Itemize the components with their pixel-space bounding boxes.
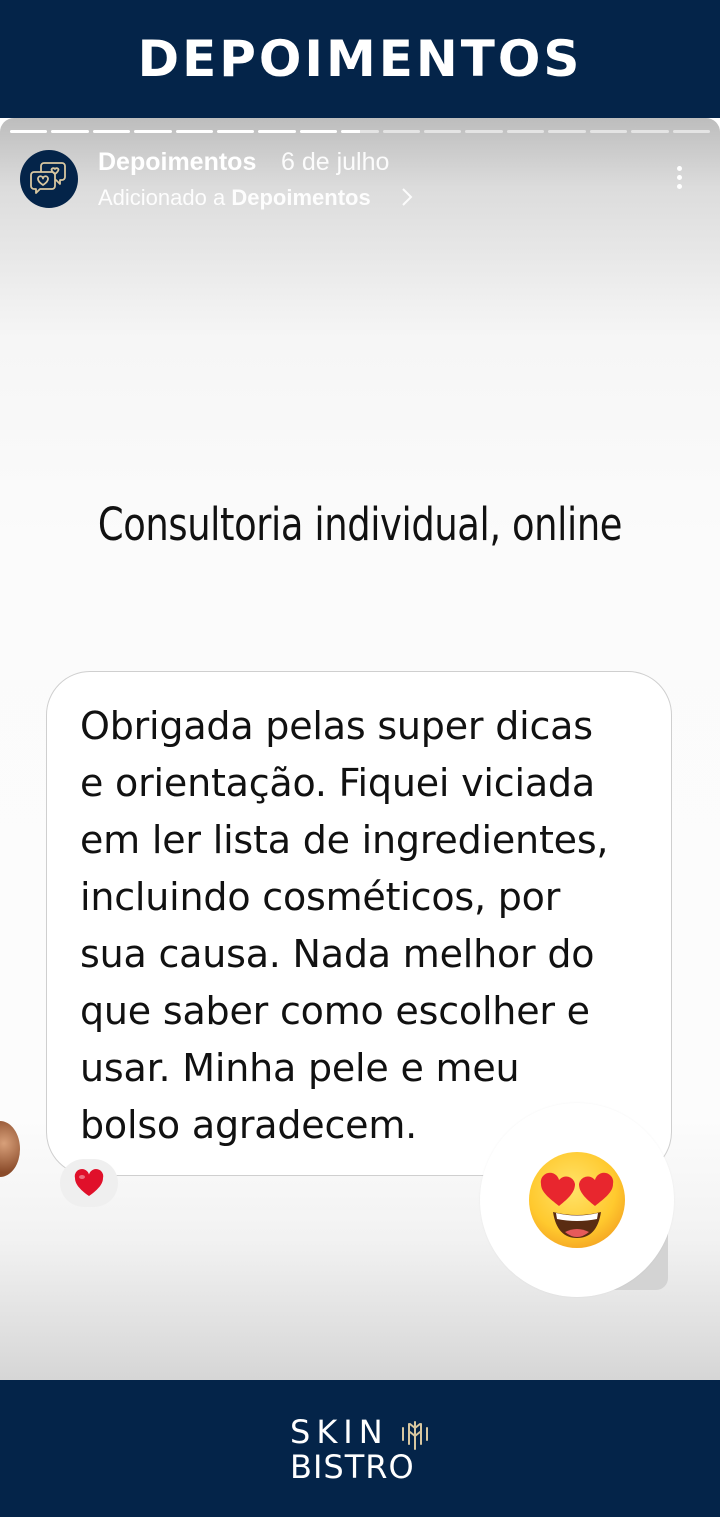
menu-dot: [676, 165, 682, 171]
progress-segment: [341, 130, 379, 133]
story-account-name[interactable]: Depoimentos: [98, 148, 256, 177]
story-added-to-highlight[interactable]: Adicionado a Depoimentos: [98, 185, 371, 211]
progress-segment: [548, 130, 586, 133]
menu-dot: [676, 183, 682, 189]
progress-segment: [175, 130, 214, 133]
story-progress-bar: [10, 130, 710, 134]
progress-segment: [217, 130, 255, 133]
logo-line-2: BISTRO: [290, 1448, 415, 1486]
sender-avatar: [0, 1121, 20, 1177]
emoji-sticker: [480, 1103, 674, 1297]
added-prefix: Adicionado a: [98, 185, 226, 210]
progress-segment: [10, 130, 48, 133]
progress-segment: [92, 130, 131, 133]
story-date: 6 de julho: [281, 148, 390, 176]
heart-icon: [74, 1169, 104, 1196]
chat-hearts-icon: [30, 162, 66, 194]
progress-segment: [465, 130, 503, 133]
message-reaction[interactable]: [60, 1159, 118, 1207]
progress-segment: [506, 130, 545, 133]
progress-segment: [258, 130, 296, 133]
highlight-name: Depoimentos: [231, 185, 371, 210]
progress-segment: [631, 130, 669, 133]
story-screenshot: Depoimentos 6 de julho Adicionado a Depo…: [0, 118, 720, 1380]
progress-segment: [134, 130, 172, 133]
progress-segment: [299, 130, 338, 133]
progress-segment: [672, 130, 710, 133]
logo-line-1: SKIN: [290, 1413, 389, 1451]
skin-bistro-logo: SKIN BISTRO: [290, 1414, 440, 1486]
more-vertical-icon[interactable]: [662, 160, 696, 194]
story-avatar[interactable]: [20, 150, 78, 208]
progress-segment: [589, 130, 628, 133]
progress-segment: [424, 130, 462, 133]
heart-eyes-emoji-icon: [529, 1152, 625, 1248]
story-headline: Consultoria individual, online: [97, 498, 623, 551]
progress-segment: [382, 130, 421, 133]
banner-title: DEPOIMENTOS: [137, 30, 583, 88]
testimonial-message: Obrigada pelas super dicas e orientação.…: [80, 704, 609, 1147]
wheat-icon: [402, 1421, 428, 1450]
top-banner: DEPOIMENTOS: [0, 0, 720, 118]
progress-segment: [51, 130, 89, 133]
chevron-right-icon[interactable]: [400, 186, 414, 208]
menu-dot: [676, 174, 682, 180]
